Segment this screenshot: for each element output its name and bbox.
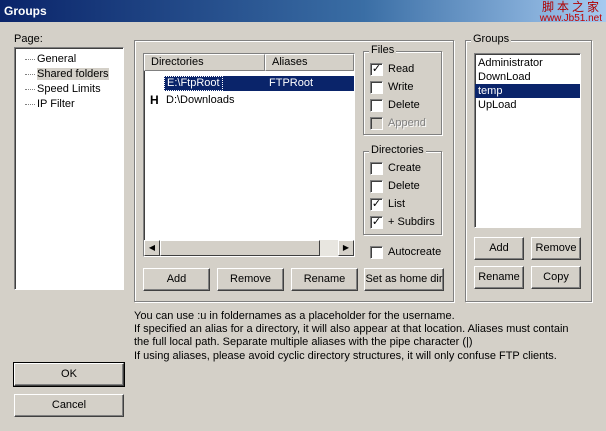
remove-group-button[interactable]: Remove [531, 237, 581, 260]
read-label: Read [388, 63, 415, 75]
directory-path: D:\Downloads [166, 94, 235, 106]
page-tree-item[interactable]: Speed Limits [15, 82, 123, 97]
directory-path: E:\FtpRoot [164, 76, 223, 91]
append-label: Append [388, 117, 426, 129]
group-list-item[interactable]: Administrator [475, 56, 580, 70]
write-check-icon [370, 80, 383, 94]
write-checkbox[interactable]: Write [370, 78, 442, 96]
directory-list[interactable]: Directories Aliases E:\FtpRoot FTPRoot H D:… [143, 53, 355, 257]
page-tree-items: General Shared folders Speed Limits IP Filt… [15, 52, 123, 112]
dir-delete-checkbox[interactable]: Delete [370, 177, 442, 195]
scroll-left-icon[interactable]: ◀ [144, 240, 160, 256]
tree-connector-icon [25, 74, 35, 75]
page-tree-item[interactable]: General [15, 52, 123, 67]
help-line-2: If specified an alias for a directory, i… [134, 323, 569, 348]
group-list-item[interactable]: temp [475, 84, 580, 98]
autocreate-label: Autocreate [388, 246, 442, 258]
cancel-button[interactable]: Cancel [14, 394, 124, 417]
watermark-url: www.Jb51.net [539, 13, 602, 24]
page-tree-item[interactable]: IP Filter [15, 97, 123, 112]
directory-row[interactable]: H D:\Downloads [144, 93, 354, 108]
page-label: Page: [14, 33, 43, 45]
group-list-item[interactable]: UpLoad [475, 98, 580, 112]
groups-rows: Administrator DownLoad temp UpLoad [475, 56, 580, 112]
set-home-dir-button[interactable]: Set as home dir [364, 268, 444, 291]
copy-group-button[interactable]: Copy [531, 266, 581, 289]
subdirs-label: + Subdirs [388, 216, 435, 228]
add-directory-button[interactable]: Add [143, 268, 210, 291]
page-tree-item-label: Shared folders [37, 68, 109, 80]
files-label: Files [369, 44, 397, 56]
dir-delete-label: Delete [388, 180, 420, 192]
append-checkbox: Append [370, 114, 442, 132]
scroll-right-icon[interactable]: ▶ [338, 240, 354, 256]
page-tree-item[interactable]: Shared folders [15, 67, 123, 82]
add-group-button[interactable]: Add [474, 237, 524, 260]
group-list-item[interactable]: DownLoad [475, 70, 580, 84]
page-tree[interactable]: General Shared folders Speed Limits IP Filt… [14, 47, 124, 290]
groups-list[interactable]: Administrator DownLoad temp UpLoad [474, 53, 581, 228]
list-checkbox[interactable]: ✓ List [370, 195, 442, 213]
rename-group-button[interactable]: Rename [474, 266, 524, 289]
watermark-chinese: 脚本之家 [541, 0, 602, 14]
create-checkbox[interactable]: Create [370, 159, 442, 177]
title-bar: Groups [0, 0, 606, 22]
tree-connector-icon [25, 89, 35, 90]
autocreate-check-icon [370, 245, 383, 259]
page-tree-item-label: Speed Limits [37, 83, 101, 95]
groups-label: Groups [471, 33, 512, 45]
subdirs-check-icon: ✓ [370, 215, 383, 229]
column-header-directories[interactable]: Directories [144, 54, 265, 71]
create-label: Create [388, 162, 422, 174]
column-header-aliases[interactable]: Aliases [265, 54, 354, 71]
page-tree-item-label: IP Filter [37, 98, 75, 110]
write-label: Write [388, 81, 414, 93]
read-check-icon: ✓ [370, 62, 383, 76]
watermark-logo: 脚本之家 www.Jb51.net [540, 1, 602, 25]
home-dir-marker: H [150, 93, 159, 107]
rename-directory-button[interactable]: Rename [291, 268, 358, 291]
append-check-icon [370, 116, 383, 130]
directories-options: Create Delete ✓ List ✓ + Subdirs [370, 159, 442, 231]
directory-alias: FTPRoot [269, 77, 314, 89]
directory-row[interactable]: E:\FtpRoot FTPRoot [144, 76, 354, 91]
tree-connector-icon [25, 104, 35, 105]
window-title: Groups [4, 4, 47, 18]
list-check-icon: ✓ [370, 197, 383, 211]
create-check-icon [370, 161, 383, 175]
help-text: You can use :u in foldernames as a place… [134, 310, 574, 363]
horizontal-scrollbar[interactable]: ◀ ▶ [144, 240, 354, 256]
page-tree-item-label: General [37, 53, 77, 65]
help-line-3: If using aliases, please avoid cyclic di… [134, 350, 557, 362]
tree-connector-icon [25, 59, 35, 60]
list-label: List [388, 198, 406, 210]
directories-label: Directories [369, 144, 426, 156]
ok-button[interactable]: OK [13, 362, 125, 387]
autocreate-checkbox[interactable]: Autocreate [370, 243, 441, 261]
files-delete-label: Delete [388, 99, 420, 111]
remove-directory-button[interactable]: Remove [217, 268, 284, 291]
help-line-1: You can use :u in foldernames as a place… [134, 310, 455, 322]
read-checkbox[interactable]: ✓ Read [370, 60, 442, 78]
dir-delete-check-icon [370, 179, 383, 193]
files-delete-checkbox[interactable]: Delete [370, 96, 442, 114]
files-options: ✓ Read Write Delete Append [370, 60, 442, 132]
files-delete-check-icon [370, 98, 383, 112]
subdirs-checkbox[interactable]: ✓ + Subdirs [370, 213, 442, 231]
scroll-thumb[interactable] [160, 240, 320, 256]
